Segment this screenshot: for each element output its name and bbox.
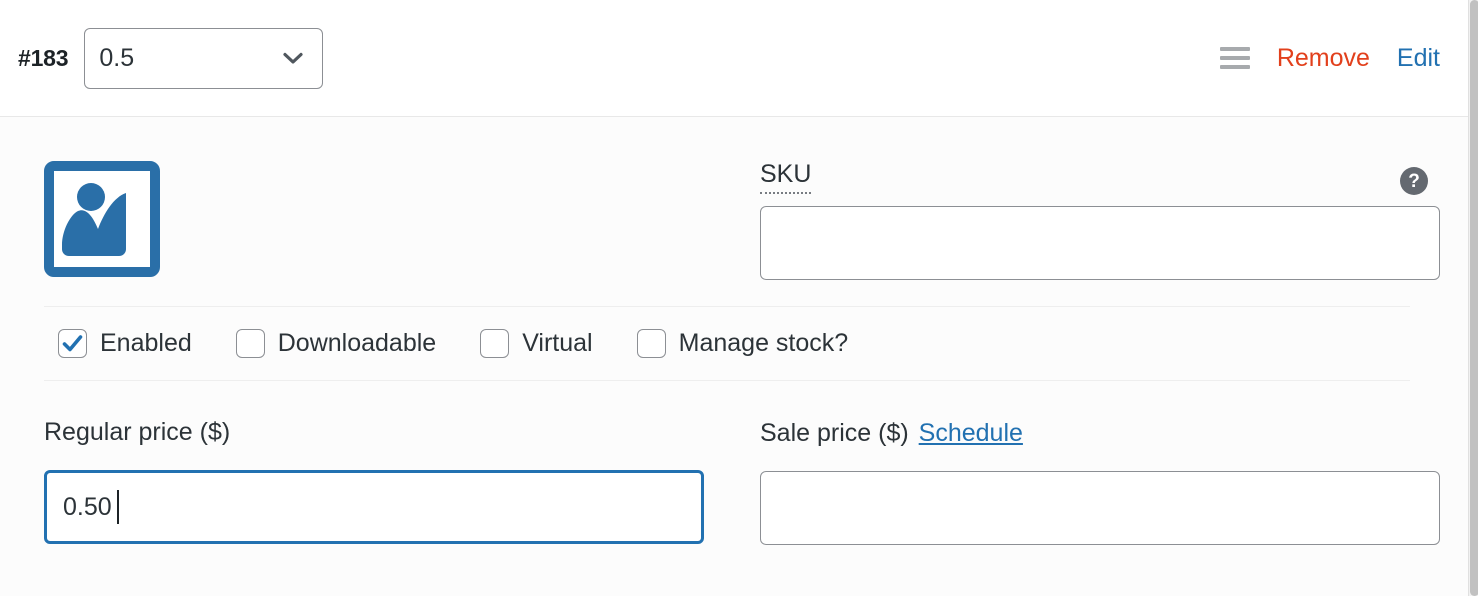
regular-price-label-line: Regular price ($)	[44, 417, 704, 459]
regular-price-label: Regular price ($)	[44, 417, 231, 446]
page-scrollbar[interactable]	[1468, 0, 1478, 596]
schedule-sale-link[interactable]: Schedule	[919, 419, 1023, 448]
sale-price-input-wrap	[760, 471, 1440, 545]
variation-top-row: SKU ?	[0, 117, 1468, 280]
sale-price-label: Sale price ($)	[760, 418, 909, 447]
checkbox-box-downloadable[interactable]	[235, 328, 265, 358]
checkbox-label-enabled: Enabled	[100, 328, 192, 357]
regular-price-field: Regular price ($)	[44, 417, 760, 546]
regular-price-input[interactable]	[44, 470, 704, 544]
checkbox-box-enabled[interactable]	[58, 328, 87, 358]
checkbox-box-virtual[interactable]	[480, 328, 510, 358]
help-circle-icon[interactable]: ?	[1400, 167, 1428, 195]
drag-handle-icon[interactable]	[1219, 47, 1250, 69]
page-scrollbar-thumb[interactable]	[1470, 0, 1478, 596]
image-placeholder-icon[interactable]	[44, 161, 160, 277]
sale-price-label-line: Sale price ($) Schedule	[760, 419, 1440, 460]
chevron-down-icon	[280, 45, 306, 71]
checkbox-label-manage-stock: Manage stock?	[678, 328, 849, 357]
checkbox-item-manage-stock[interactable]: Manage stock?	[636, 328, 849, 358]
sku-label: SKU	[760, 160, 812, 194]
variation-pricing-row: Regular price ($) Sale price ($) Schedul…	[0, 381, 1468, 546]
remove-variation-link[interactable]: Remove	[1277, 44, 1370, 73]
checkbox-label-virtual: Virtual	[522, 328, 593, 357]
checkbox-item-downloadable[interactable]: Downloadable	[235, 328, 437, 358]
variation-image-column	[44, 161, 760, 280]
attribute-select-value: 0.5	[99, 43, 135, 72]
sale-price-field: Sale price ($) Schedule	[760, 419, 1440, 545]
sale-price-input[interactable]	[760, 471, 1440, 545]
sku-input[interactable]	[760, 205, 1440, 280]
regular-price-input-wrap	[44, 470, 704, 544]
variation-header: #183 0.5 Remove Edit	[0, 0, 1468, 117]
checkbox-label-downloadable: Downloadable	[277, 328, 437, 357]
checkbox-item-enabled[interactable]: Enabled	[58, 328, 192, 358]
attribute-select[interactable]: 0.5	[84, 27, 324, 89]
checkbox-box-manage-stock[interactable]	[636, 328, 666, 358]
variation-header-actions: Remove Edit	[1219, 44, 1440, 73]
variation-body: SKU ? Enabled Downloadable Virtual Manag…	[0, 117, 1468, 545]
variation-options-row: Enabled Downloadable Virtual Manage stoc…	[0, 307, 1468, 380]
sku-input-wrap	[760, 205, 1440, 280]
checkbox-item-virtual[interactable]: Virtual	[480, 328, 593, 358]
variation-id-label: #183	[18, 44, 69, 71]
variation-sku-column: SKU ?	[760, 160, 1440, 280]
product-variation-panel: #183 0.5 Remove Edit SKU ? Enabled Downl…	[0, 0, 1468, 596]
edit-variation-link[interactable]: Edit	[1397, 44, 1440, 73]
checkmark-icon	[62, 334, 83, 351]
text-caret	[117, 490, 119, 524]
